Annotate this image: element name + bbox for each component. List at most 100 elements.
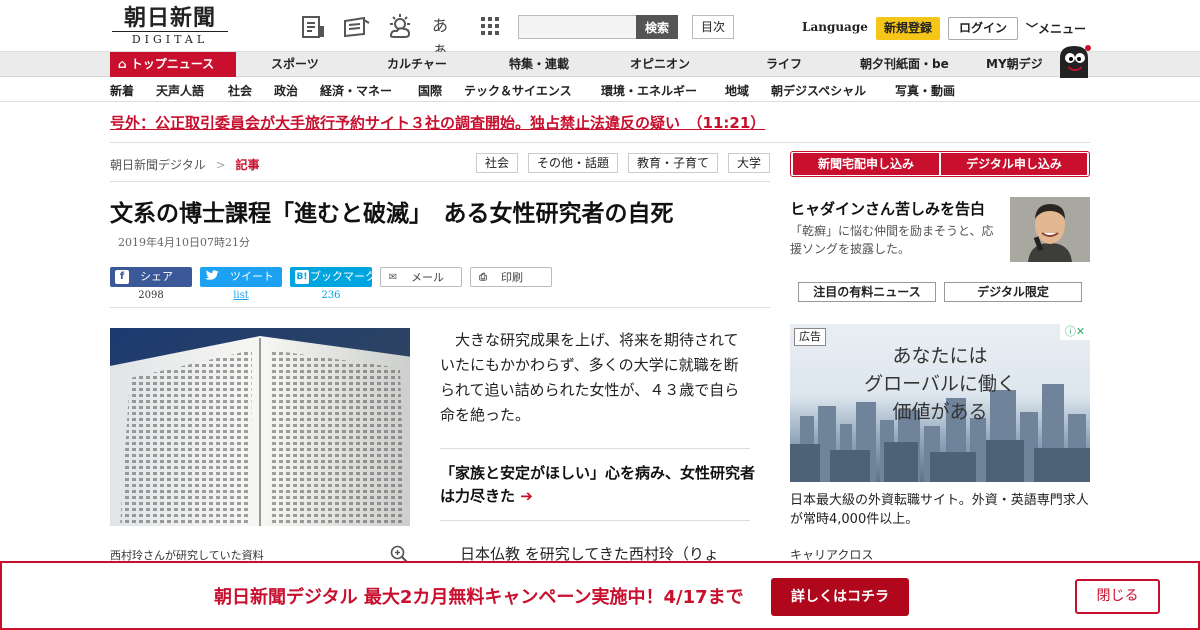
article-photo[interactable] xyxy=(110,328,410,526)
breaking-news-link[interactable]: 号外：公正取引委員会が大手旅行予約サイト３社の調査開始。独占禁止法違反の疑い （… xyxy=(110,112,765,133)
tag-society[interactable]: 社会 xyxy=(476,153,518,173)
article-title: 文系の博士課程「進むと破滅」 ある女性研究者の自死 xyxy=(110,201,674,227)
twitter-share-label: ツイート xyxy=(230,270,274,283)
ad-copy-line: グローバルに働く xyxy=(864,373,1016,395)
divider xyxy=(110,142,1090,143)
subnav-photo[interactable]: 写真・動画 xyxy=(895,82,955,99)
print-button[interactable]: ⎙ 印刷 xyxy=(470,267,552,287)
logo-digital: DIGITAL xyxy=(112,31,228,46)
campaign-close-button[interactable]: 閉じる xyxy=(1075,579,1160,614)
paper-edition-icon[interactable] xyxy=(342,14,370,40)
digital-subscribe-button[interactable]: デジタル申し込み xyxy=(941,153,1087,175)
mail-icon: ✉ xyxy=(388,272,398,283)
site-header: 朝日新聞 DIGITAL あぁ 検索 目次 Language 新規登録 ログイン… xyxy=(0,0,1200,59)
related-article-link[interactable]: 「家族と安定がほしい」心を病み、女性研究者は力尽きた ➔ xyxy=(440,462,760,508)
tag-education[interactable]: 教育・子育て xyxy=(628,153,718,173)
subnav-special[interactable]: 朝デジスペシャル xyxy=(771,82,866,99)
twitter-list-link[interactable]: list xyxy=(200,290,282,301)
ad-copy-line: 価値がある xyxy=(892,401,988,423)
twitter-share-button[interactable]: ツイート xyxy=(200,267,282,287)
tag-university[interactable]: 大学 xyxy=(728,153,770,173)
ad-copy: あなたには グローバルに働く 価値がある xyxy=(790,342,1090,426)
app-grid-icon[interactable] xyxy=(478,14,504,40)
login-button[interactable]: ログイン xyxy=(948,17,1018,40)
feature-photo[interactable] xyxy=(1010,197,1090,262)
tab-digital-only[interactable]: デジタル限定 xyxy=(944,282,1082,302)
breadcrumb-current: 記事 xyxy=(235,158,260,172)
subnav-tensei[interactable]: 天声人語 xyxy=(156,82,204,99)
page: 朝日新聞 DIGITAL あぁ 検索 目次 Language 新規登録 ログイン… xyxy=(0,0,1200,630)
font-size-icon[interactable]: あぁ xyxy=(432,14,458,59)
subnav-politics[interactable]: 政治 xyxy=(274,82,298,99)
breadcrumb-separator: > xyxy=(215,158,226,172)
language-link[interactable]: Language xyxy=(802,20,868,34)
chevron-down-icon: ﹀ xyxy=(1026,22,1039,36)
ad-copy-line: あなたには xyxy=(892,345,988,367)
nav-paper[interactable]: 朝夕刊紙面・be xyxy=(860,52,949,77)
subnav-economy[interactable]: 経済・マネー xyxy=(320,82,392,99)
nav-life[interactable]: ライフ xyxy=(766,52,802,77)
subnav-international[interactable]: 国際 xyxy=(418,82,442,99)
menu-button[interactable]: ﹀メニュー xyxy=(1026,20,1086,37)
campaign-text: 朝日新聞デジタル 最大2カ月無料キャンペーン実施中！4/17まで xyxy=(214,587,744,608)
subnav-tech[interactable]: テック＆サイエンス xyxy=(464,82,572,99)
mascot-icon[interactable] xyxy=(1056,44,1092,78)
divider xyxy=(110,307,770,308)
weather-icon[interactable] xyxy=(386,14,412,40)
divider xyxy=(440,520,750,521)
nav-top-news-label: トップニュース xyxy=(130,57,215,71)
hatena-bookmark-count[interactable]: 236 xyxy=(290,290,372,301)
facebook-share-button[interactable]: f シェア xyxy=(110,267,192,287)
facebook-share-label: シェア xyxy=(140,270,173,283)
nav-top-news[interactable]: ⌂ トップニュース xyxy=(110,52,236,77)
search-button[interactable]: 検索 xyxy=(636,15,678,39)
ad-close-icon[interactable]: ⓘ✕ xyxy=(1060,324,1090,340)
menu-label: メニュー xyxy=(1038,22,1087,36)
nav-opinion[interactable]: オピニオン xyxy=(630,52,690,77)
article-date: 2019年4月10日07時21分 xyxy=(118,236,250,249)
logo-japanese: 朝日新聞 xyxy=(123,5,216,31)
breadcrumb: 朝日新聞デジタル > 記事 xyxy=(110,156,260,173)
paper-subscribe-button[interactable]: 新聞宅配申し込み xyxy=(793,153,939,175)
toc-button[interactable]: 目次 xyxy=(692,15,734,39)
breadcrumb-home[interactable]: 朝日新聞デジタル xyxy=(110,158,206,172)
article-lead: 大きな研究成果を上げ、将来を期待されていたにもかかわらず、多くの大学に就職を断ら… xyxy=(440,331,740,424)
feature-title[interactable]: ヒャダインさん苦しみを告白 xyxy=(790,198,985,219)
nav-sports[interactable]: スポーツ xyxy=(271,52,319,77)
related-article-title: 「家族と安定がほしい」心を病み、女性研究者は力尽きた xyxy=(440,464,756,505)
divider xyxy=(440,448,750,449)
subnav-environment[interactable]: 環境・エネルギー xyxy=(601,82,697,99)
hatena-bookmark-label: ブックマーク xyxy=(310,270,376,283)
print-label: 印刷 xyxy=(501,271,523,284)
search-input[interactable] xyxy=(518,15,638,39)
mail-button[interactable]: ✉ メール xyxy=(380,267,462,287)
facebook-share-count: 2098 xyxy=(138,290,164,301)
news-list-icon[interactable] xyxy=(300,14,326,40)
site-logo[interactable]: 朝日新聞 DIGITAL xyxy=(112,6,228,48)
tab-premium-news[interactable]: 注目の有料ニュース xyxy=(798,282,936,302)
subnav-latest[interactable]: 新着 xyxy=(110,82,134,99)
sub-nav: 新着 天声人語 社会 政治 経済・マネー 国際 テック＆サイエンス 環境・エネル… xyxy=(0,78,1200,102)
twitter-icon xyxy=(205,270,219,284)
category-nav: ⌂ トップニュース スポーツ カルチャー 特集・連載 オピニオン ライフ 朝夕刊… xyxy=(0,52,1200,77)
hatena-bookmark-button[interactable]: B! ブックマーク xyxy=(290,267,376,287)
nav-culture[interactable]: カルチャー xyxy=(387,52,447,77)
subnav-society[interactable]: 社会 xyxy=(228,82,252,99)
hatena-icon: B! xyxy=(295,270,309,284)
subnav-region[interactable]: 地域 xyxy=(725,82,749,99)
nav-features[interactable]: 特集・連載 xyxy=(509,52,569,77)
campaign-banner: 朝日新聞デジタル 最大2カ月無料キャンペーン実施中！4/17まで 詳しくはコチラ… xyxy=(0,561,1200,630)
feature-description: 「乾癬」に悩む仲間を励まそうと、応援ソングを披露した。 xyxy=(790,224,994,256)
divider xyxy=(110,181,770,182)
ad-text[interactable]: 日本最大級の外資転職サイト。外資・英語専門求人が常時4,000件以上。 xyxy=(790,491,1090,529)
tag-other-topics[interactable]: その他・話題 xyxy=(528,153,618,173)
arrow-right-icon: ➔ xyxy=(520,487,533,505)
home-icon: ⌂ xyxy=(118,57,131,71)
mail-label: メール xyxy=(411,271,444,284)
nav-my-asahi[interactable]: MY朝デジ xyxy=(986,52,1043,77)
register-button[interactable]: 新規登録 xyxy=(876,17,940,40)
ad-banner[interactable]: 広告 ⓘ✕ あなたには グローバルに働く 価値がある xyxy=(790,324,1090,482)
print-icon: ⎙ xyxy=(479,272,487,283)
campaign-details-button[interactable]: 詳しくはコチラ xyxy=(771,578,909,616)
facebook-icon: f xyxy=(115,270,129,284)
